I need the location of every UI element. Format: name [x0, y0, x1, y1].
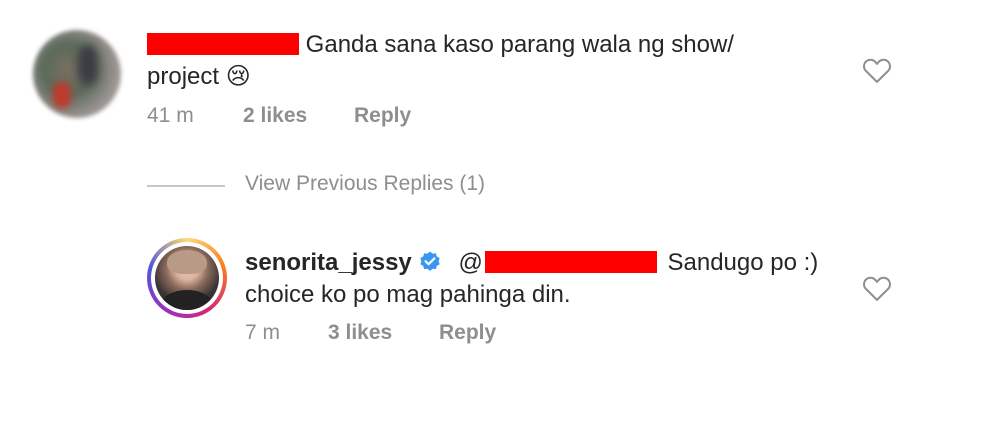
reply-text: senorita_jessy @ Sandugo po :)	[245, 246, 818, 280]
timestamp: 41 m	[147, 104, 194, 127]
reply-text-line2: choice ko po mag pahinga din.	[245, 278, 571, 312]
replies-divider	[147, 185, 225, 187]
comment-body-continued: project	[147, 63, 220, 90]
avatar[interactable]	[33, 30, 121, 118]
crying-face-emoji: 😢	[225, 63, 251, 90]
reply-body-continued: choice ko po mag pahinga din.	[245, 281, 571, 308]
redacted-mention	[484, 251, 657, 273]
comment-body: Ganda sana kaso parang wala ng show/	[305, 31, 734, 58]
like-heart-icon[interactable]	[862, 274, 892, 302]
redacted-username	[147, 33, 299, 55]
likes-count[interactable]: 2 likes	[243, 104, 307, 128]
timestamp: 7 m	[245, 321, 281, 344]
like-heart-icon[interactable]	[862, 56, 892, 84]
username[interactable]: senorita_jessy	[245, 249, 412, 276]
view-previous-replies-button[interactable]: View Previous Replies (1)	[245, 172, 485, 196]
verified-badge-icon	[420, 251, 440, 271]
avatar[interactable]	[147, 238, 227, 318]
comment-text-line2: project 😢	[147, 60, 251, 94]
reply-button[interactable]: Reply	[439, 321, 496, 345]
mention-link[interactable]: @	[458, 249, 657, 276]
reply-body: Sandugo po :)	[667, 249, 819, 276]
reply-button[interactable]: Reply	[354, 104, 411, 128]
likes-count[interactable]: 3 likes	[328, 321, 392, 345]
comment-text: Ganda sana kaso parang wala ng show/	[147, 28, 734, 62]
